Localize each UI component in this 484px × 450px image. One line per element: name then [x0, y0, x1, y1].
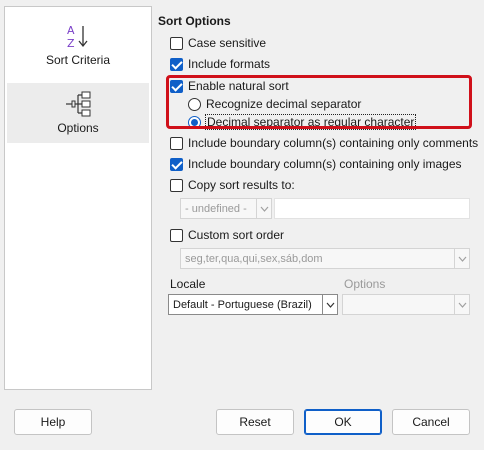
sidebar-item-options[interactable]: Options [7, 83, 149, 143]
copy-results-label: Copy sort results to: [188, 178, 295, 192]
ok-button[interactable]: OK [304, 409, 382, 435]
copy-target-value: - undefined - [185, 202, 247, 215]
locale-value: Default - Portuguese (Brazil) [173, 298, 312, 311]
boundary-comments-checkbox[interactable]: Include boundary column(s) containing on… [170, 135, 478, 151]
svg-text:Z: Z [67, 37, 75, 49]
copy-results-checkbox[interactable]: Copy sort results to: [170, 177, 295, 193]
boundary-images-label: Include boundary column(s) containing on… [188, 157, 462, 171]
checkbox-box[interactable] [170, 136, 183, 150]
sort-az-icon: A Z [67, 24, 88, 49]
custom-sort-order-label: Custom sort order [188, 228, 285, 242]
checkbox-box[interactable] [170, 36, 183, 50]
chevron-down-icon[interactable] [454, 249, 469, 268]
chevron-down-icon[interactable] [256, 199, 271, 218]
radio-circle[interactable] [188, 115, 201, 129]
copy-target-textbox[interactable] [274, 198, 470, 219]
checkbox-box[interactable] [170, 228, 183, 242]
custom-sort-order-checkbox[interactable]: Custom sort order [170, 227, 284, 243]
chevron-down-icon[interactable] [454, 295, 469, 314]
section-title: Sort Options [158, 14, 231, 28]
boundary-comments-label: Include boundary column(s) containing on… [188, 136, 479, 150]
include-formats-checkbox[interactable]: Include formats [170, 56, 270, 72]
copy-target-select[interactable]: - undefined - [180, 198, 272, 219]
enable-natural-sort-label: Enable natural sort [188, 79, 289, 93]
locale-select[interactable]: Default - Portuguese (Brazil) [168, 294, 338, 315]
tree-options-icon [66, 91, 91, 117]
help-button[interactable]: Help [14, 409, 92, 435]
checkbox-box[interactable] [170, 178, 183, 192]
sidebar-item-label: Sort Criteria [45, 53, 110, 67]
radio-circle[interactable] [188, 97, 201, 111]
enable-natural-sort-checkbox[interactable]: Enable natural sort [170, 78, 289, 94]
checkbox-box[interactable] [170, 57, 183, 71]
reset-button[interactable]: Reset [216, 409, 294, 435]
checkbox-box[interactable] [170, 157, 183, 171]
custom-sort-list-value: seg,ter,qua,qui,sex,sáb,dom [185, 252, 323, 265]
case-sensitive-checkbox[interactable]: Case sensitive [170, 35, 266, 51]
cancel-button[interactable]: Cancel [392, 409, 470, 435]
recognize-decimal-label: Recognize decimal separator [206, 97, 362, 111]
include-formats-label: Include formats [188, 57, 271, 71]
custom-sort-list-select[interactable]: seg,ter,qua,qui,sex,sáb,dom [180, 248, 470, 269]
recognize-decimal-radio[interactable]: Recognize decimal separator [188, 96, 361, 112]
sort-options-panel: Sort Options Case sensitive Include form… [156, 0, 484, 400]
locale-label: Locale [170, 277, 206, 291]
sidebar-item-label: Options [57, 121, 99, 135]
decimal-regular-label: Decimal separator as regular character [204, 114, 417, 130]
chevron-down-icon[interactable] [322, 295, 337, 314]
case-sensitive-label: Case sensitive [188, 36, 267, 50]
locale-options-select[interactable] [342, 294, 470, 315]
sidebar-item-sort-criteria[interactable]: A Z Sort Criteria [7, 15, 149, 75]
decimal-regular-radio[interactable]: Decimal separator as regular character [188, 114, 417, 130]
locale-options-label: Options [344, 277, 386, 291]
checkbox-box[interactable] [170, 79, 183, 93]
boundary-images-checkbox[interactable]: Include boundary column(s) containing on… [170, 156, 462, 172]
svg-text:A: A [67, 24, 75, 37]
sidebar: A Z Sort Criteria Options [4, 6, 152, 390]
